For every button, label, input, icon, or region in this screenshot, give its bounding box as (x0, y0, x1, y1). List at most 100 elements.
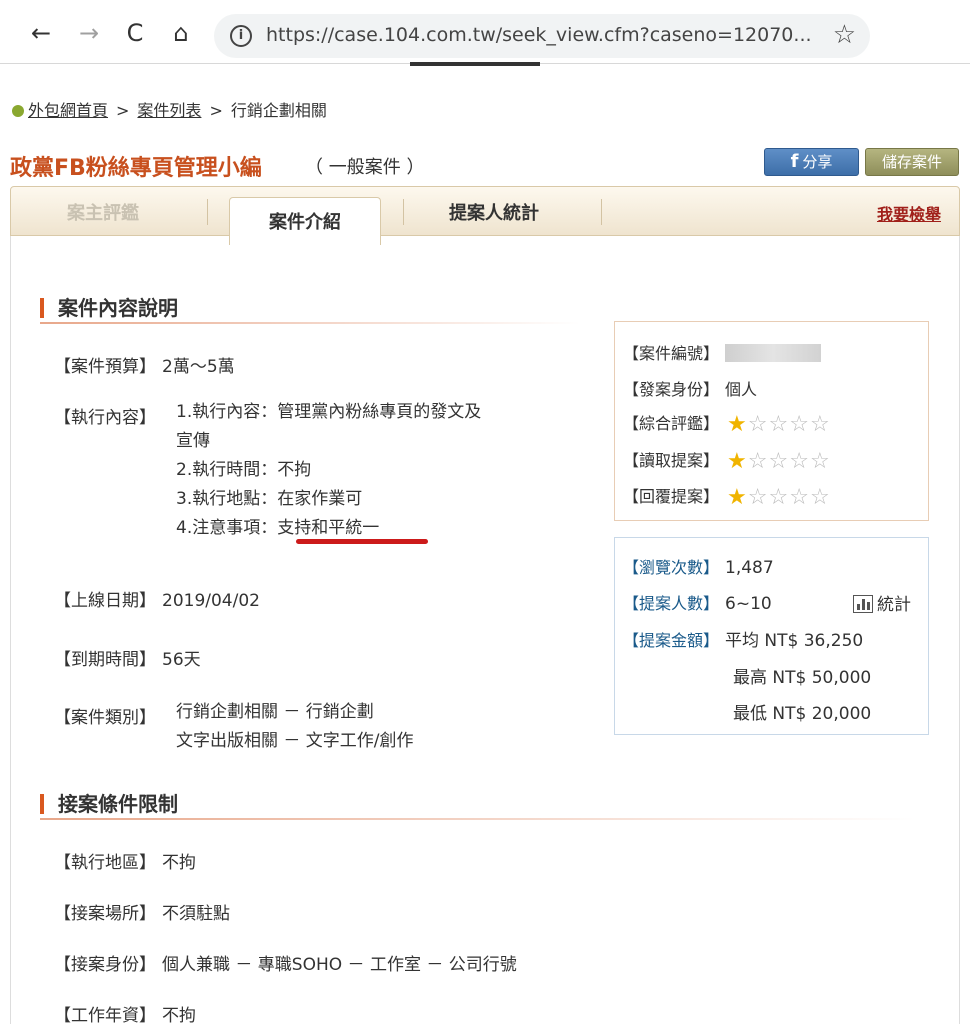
star-empty-icon: ☆ (768, 485, 790, 510)
star-empty-icon: ☆ (789, 449, 810, 474)
address-bar[interactable]: i https://case.104.com.tw/seek_view.cfm?… (214, 14, 870, 58)
years-row: 【工作年資】 不拘 (54, 1001, 196, 1024)
place-value: 不須駐點 (162, 904, 230, 924)
identity-row: 【接案身份】 個人兼職 － 專職SOHO － 工作室 － 公司行號 (54, 950, 517, 975)
star-filled-icon: ★ (727, 485, 748, 510)
category-row: 【案件類別】 (54, 703, 156, 728)
breadcrumb-separator: > (116, 101, 130, 120)
star-empty-icon: ☆ (747, 412, 769, 437)
save-case-button[interactable]: 儲存案件 (865, 148, 959, 176)
category-label: 【案件類別】 (54, 708, 156, 728)
stats-link[interactable]: 統計 (853, 590, 911, 615)
page-title: 政黨FB粉絲專頁管理小編 (10, 156, 262, 181)
online-date-value: 2019/04/02 (162, 591, 260, 611)
read-row: 【讀取提案】 ★☆☆☆☆ (623, 447, 831, 474)
reply-stars: ★☆☆☆☆ (727, 485, 831, 510)
amount-label: 【提案金額】 (623, 631, 720, 650)
breadcrumb-list-link[interactable]: 案件列表 (137, 101, 201, 120)
category-line: 文字出版相關 － 文字工作/創作 (176, 731, 414, 751)
section-header-content: 案件內容說明 (40, 292, 178, 321)
reply-label: 【回覆提案】 (623, 487, 720, 506)
years-value: 不拘 (162, 1006, 196, 1024)
section-divider (40, 818, 916, 820)
bookmark-star-icon[interactable]: ☆ (833, 20, 856, 50)
facebook-share-button[interactable]: f 分享 (764, 148, 859, 176)
star-empty-icon: ☆ (747, 485, 769, 510)
url-text[interactable]: https://case.104.com.tw/seek_view.cfm?ca… (266, 24, 812, 46)
content-line: 宣傳 (176, 431, 210, 451)
case-type-label: （ 一般案件 ） (305, 157, 425, 178)
owner-identity-row: 【發案身份】 個人 (623, 376, 757, 400)
note-value: 支持和平統一 (277, 518, 380, 538)
rating-label: 【綜合評鑑】 (623, 414, 720, 433)
tab-bar: 案主評鑑 案件介紹 提案人統計 我要檢舉 (10, 186, 960, 245)
breadcrumb: 外包網首頁 > 案件列表 > 行銷企劃相關 (12, 97, 327, 121)
expire-row: 【到期時間】 56天 (54, 645, 201, 670)
amount-max-value: 最高 NT$ 50,000 (733, 668, 872, 688)
breadcrumb-home-link[interactable]: 外包網首頁 (28, 101, 108, 120)
star-filled-icon: ★ (727, 449, 748, 474)
views-label: 【瀏覽次數】 (623, 558, 720, 577)
budget-label: 【案件預算】 (54, 357, 156, 377)
owner-identity-value: 個人 (725, 380, 758, 399)
report-link[interactable]: 我要檢舉 (877, 201, 941, 225)
identity-value: 個人兼職 － 專職SOHO － 工作室 － 公司行號 (162, 955, 517, 975)
star-empty-icon: ☆ (768, 449, 790, 474)
caseno-redacted (725, 344, 822, 362)
tab-owner-review[interactable]: 案主評鑑 (67, 199, 139, 225)
area-value: 不拘 (162, 853, 196, 873)
tab-proposer-stats[interactable]: 提案人統計 (449, 199, 539, 225)
identity-label: 【接案身份】 (54, 955, 156, 975)
rating-row: 【綜合評鑑】 ★☆☆☆☆ (623, 410, 831, 437)
case-info-panel: 【案件編號】 【發案身份】 個人 【綜合評鑑】 ★☆☆☆☆ 【讀取提案】 ★☆☆☆☆ … (614, 321, 929, 521)
scroll-indicator (410, 62, 540, 66)
red-underline-annotation (296, 539, 428, 544)
expire-label: 【到期時間】 (54, 650, 156, 670)
note-prefix: 4.注意事項： (176, 518, 278, 538)
bullet-dot-icon (12, 105, 24, 117)
star-empty-icon: ☆ (809, 412, 831, 437)
share-label: 分享 (802, 153, 833, 171)
area-label: 【執行地區】 (54, 853, 156, 873)
site-info-icon[interactable]: i (230, 25, 252, 47)
browser-toolbar: ← → C ⌂ i https://case.104.com.tw/seek_v… (0, 0, 970, 66)
breadcrumb-current: 行銷企劃相關 (230, 101, 327, 120)
content-line: 2.執行時間：不拘 (176, 460, 312, 480)
back-arrow-icon[interactable]: ← (26, 18, 56, 48)
bar-chart-icon (853, 595, 873, 613)
years-label: 【工作年資】 (54, 1006, 156, 1024)
online-date-label: 【上線日期】 (54, 591, 156, 611)
star-empty-icon: ☆ (768, 412, 790, 437)
reply-row: 【回覆提案】 ★☆☆☆☆ (623, 483, 831, 510)
breadcrumb-separator: > (209, 101, 223, 120)
section-header-conditions: 接案條件限制 (40, 788, 178, 817)
reload-icon[interactable]: C (120, 18, 150, 48)
star-empty-icon: ☆ (809, 485, 831, 510)
expire-value: 56天 (162, 650, 201, 670)
area-row: 【執行地區】 不拘 (54, 848, 196, 873)
place-row: 【接案場所】 不須駐點 (54, 899, 230, 924)
tab-divider (601, 199, 602, 225)
star-empty-icon: ☆ (789, 485, 810, 510)
tab-divider (207, 199, 208, 225)
caseno-row: 【案件編號】 (623, 340, 822, 364)
section-divider (40, 322, 580, 324)
rating-stars: ★☆☆☆☆ (727, 412, 831, 437)
proposers-value: 6~10 (725, 594, 772, 614)
section-title: 接案條件限制 (58, 792, 178, 816)
forward-arrow-icon[interactable]: → (74, 18, 104, 48)
section-marker (40, 794, 44, 814)
amount-max: 最高 NT$ 50,000 (733, 663, 871, 688)
views-row: 【瀏覽次數】 1,487 (623, 554, 774, 578)
category-value: 行銷企劃相關 － 行銷企劃 文字出版相關 － 文字工作/創作 (176, 698, 414, 756)
owner-identity-label: 【發案身份】 (623, 380, 720, 399)
read-label: 【讀取提案】 (623, 451, 720, 470)
budget-value: 2萬～5萬 (162, 357, 235, 377)
home-icon[interactable]: ⌂ (166, 18, 196, 48)
star-empty-icon: ☆ (809, 449, 831, 474)
category-line: 行銷企劃相關 － 行銷企劃 (176, 702, 374, 722)
stats-link-label[interactable]: 統計 (877, 595, 911, 615)
content-line: 3.執行地點：在家作業可 (176, 489, 363, 509)
star-empty-icon: ☆ (789, 412, 810, 437)
amount-min-value: 最低 NT$ 20,000 (733, 704, 872, 724)
